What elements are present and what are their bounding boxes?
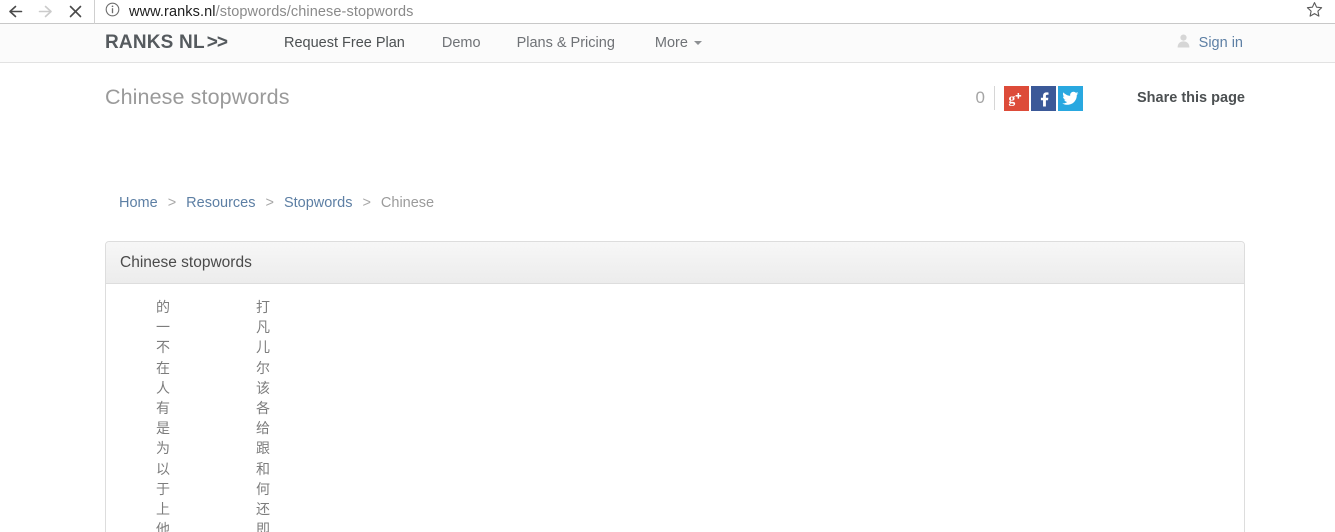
stopword-item: 的 [156,300,170,316]
stopword-item: 有 [156,401,170,418]
stopword-item: 在 [156,360,170,377]
panel-body: 的一不在人有是为以于上他而后之 打凡儿尔该各给跟和何还即几既看 [106,284,1244,532]
sign-in-button[interactable]: Sign in [1176,33,1243,53]
breadcrumb-item-stopwords[interactable]: Stopwords [284,195,353,211]
stopword-item: 即 [256,522,270,532]
page-info-icon[interactable] [105,2,120,22]
twitter-icon[interactable] [1058,85,1084,111]
stopword-item: 尔 [256,360,270,377]
stopword-item: 打 [256,300,270,316]
stopword-item: 是 [156,421,170,438]
share-count: 0 [975,88,986,107]
svg-text:g: g [1009,91,1016,106]
stopword-item: 为 [156,441,170,458]
facebook-icon[interactable] [1031,85,1057,111]
stopwords-panel: Chinese stopwords 的一不在人有是为以于上他而后之 打凡儿尔该各… [105,241,1245,532]
url-path: /stopwords/chinese-stopwords [215,3,414,20]
stopword-item: 儿 [256,340,270,357]
share-widget: 0 g Share this page [976,85,1245,111]
stopword-item: 于 [156,481,170,498]
address-bar[interactable]: www.ranks.nl/stopwords/chinese-stopwords [94,0,1293,24]
stopword-item: 各 [256,401,270,418]
back-button[interactable] [0,0,30,24]
stopword-item: 以 [156,461,170,478]
stopword-item: 还 [256,502,270,519]
site-navigation-bar: RANKS NL >> Request Free Plan Demo Plans … [0,24,1335,63]
url-text: www.ranks.nl/stopwords/chinese-stopwords [129,4,413,20]
share-this-page-label: Share this page [1137,90,1245,106]
stopword-item: 跟 [256,441,270,458]
breadcrumb-separator: > [265,195,274,211]
nav-item-request-free-plan[interactable]: Request Free Plan [284,35,405,51]
breadcrumb-item-resources[interactable]: Resources [186,195,255,211]
bookmark-button[interactable] [1293,0,1335,24]
site-logo-chevrons: >> [206,32,228,53]
browser-toolbar: www.ranks.nl/stopwords/chinese-stopwords [0,0,1335,24]
forward-button [30,0,60,24]
stop-x-icon [68,4,83,19]
url-host: www.ranks.nl [129,3,216,20]
nav-item-plans-pricing[interactable]: Plans & Pricing [517,35,615,51]
breadcrumb-separator: > [167,195,177,211]
back-arrow-icon [7,3,24,20]
breadcrumb-item-home[interactable]: Home [119,195,158,211]
stopword-item: 他 [156,522,170,532]
sign-in-label: Sign in [1198,35,1243,51]
breadcrumb-separator: > [362,195,371,211]
stopword-item: 何 [256,481,270,498]
page-title: Chinese stopwords [105,85,290,109]
stopword-column-2: 打凡儿尔该各给跟和何还即几既看 [213,298,313,532]
nav-item-more-label: More [654,35,688,51]
user-avatar-icon [1176,33,1191,53]
stopword-item: 不 [156,340,170,357]
site-logo[interactable]: RANKS NL >> [105,32,228,54]
stopword-column-1: 的一不在人有是为以于上他而后之 [113,298,213,532]
stopword-item: 一 [156,320,170,337]
site-logo-text: RANKS NL [105,32,205,53]
breadcrumb: Home > Resources > Stopwords > Chinese [119,195,434,211]
stopword-item: 凡 [256,320,270,337]
stopword-item: 上 [156,502,170,519]
nav-item-demo[interactable]: Demo [442,35,481,51]
forward-arrow-icon [37,3,54,20]
nav-item-more[interactable]: More [655,35,702,51]
google-plus-icon[interactable]: g [1004,85,1030,111]
stopword-item: 和 [256,461,270,478]
stop-loading-button[interactable] [60,0,90,24]
stopword-item: 该 [256,380,270,397]
share-divider [994,86,996,110]
breadcrumb-item-chinese: Chinese [380,195,435,211]
stopword-item: 人 [156,380,170,397]
chevron-down-icon [693,41,702,45]
page-content: Chinese stopwords 0 g Share this page Ho… [0,63,1335,532]
bookmark-star-icon [1306,1,1323,23]
panel-title: Chinese stopwords [120,253,252,271]
panel-header: Chinese stopwords [106,242,1244,284]
stopword-item: 给 [256,421,270,438]
